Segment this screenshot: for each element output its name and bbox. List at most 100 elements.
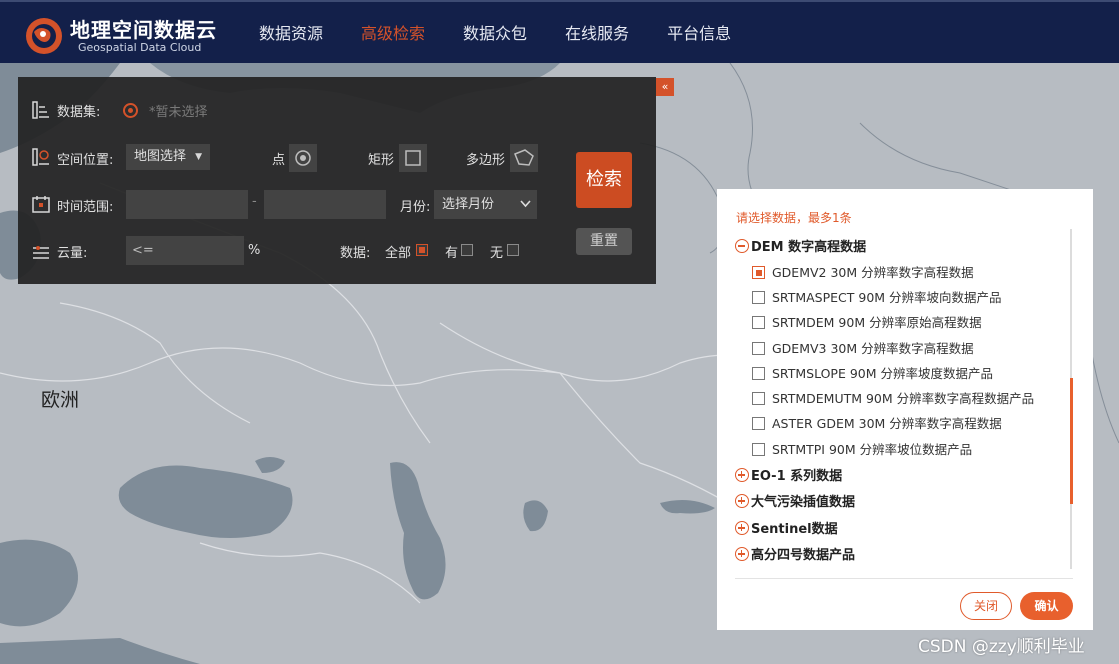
location-label: 空间位置:	[57, 153, 114, 168]
category-dem[interactable]: DEM 数字高程数据	[735, 236, 867, 255]
dataset-icon	[32, 101, 49, 119]
search-button[interactable]: 检索	[576, 152, 632, 208]
dataset-item-label: ASTER GDEM 30M 分辨率数字高程数据	[772, 416, 1002, 431]
dataset-checkbox[interactable]	[752, 266, 765, 279]
cloud-option-has-checkbox[interactable]	[461, 244, 473, 256]
dataset-checkbox[interactable]	[752, 392, 765, 405]
dataset-item-label: SRTMDEM 90M 分辨率原始高程数据	[772, 315, 982, 330]
category-label: Sentinel数据	[751, 522, 838, 537]
end-date-input[interactable]	[264, 190, 386, 219]
cloud-cover-input[interactable]: <=	[126, 236, 244, 265]
dataset-checkbox[interactable]	[752, 342, 765, 355]
close-button[interactable]: 关闭	[960, 592, 1012, 620]
cloud-option-none-label[interactable]: 无	[490, 242, 503, 261]
dialog-divider	[735, 578, 1073, 579]
expand-plus-icon[interactable]	[735, 494, 749, 508]
chevron-down-icon	[520, 200, 531, 208]
nav-platform-info[interactable]: 平台信息	[648, 2, 750, 65]
top-navigation-bar: 地理空间数据云 Geospatial Data Cloud 数据资源 高级检索 …	[0, 0, 1119, 63]
rectangle-icon	[405, 150, 421, 166]
calendar-icon	[32, 196, 50, 213]
brand-subtitle: Geospatial Data Cloud	[78, 41, 202, 54]
dataset-item-label: SRTMASPECT 90M 分辨率坡向数据产品	[772, 290, 1002, 305]
category-gf4[interactable]: 高分四号数据产品	[735, 544, 856, 563]
nav-online-services[interactable]: 在线服务	[546, 2, 648, 65]
dataset-item[interactable]: SRTMDEM 90M 分辨率原始高程数据	[752, 312, 982, 330]
rectangle-label: 矩形	[368, 153, 395, 168]
dataset-select-dialog: 请选择数据，最多1条 DEM 数字高程数据 GDEMV2 30M 分辨率数字高程…	[717, 189, 1093, 630]
globe-logo-icon	[26, 18, 62, 54]
dataset-item-label: SRTMDEMUTM 90M 分辨率数字高程数据产品	[772, 391, 1035, 406]
map-label-europe: 欧洲	[41, 389, 80, 411]
dataset-item-label: GDEMV3 30M 分辨率数字高程数据	[772, 341, 974, 356]
cloud-cover-label: 云量:	[57, 246, 88, 261]
dataset-item[interactable]: ASTER GDEM 30M 分辨率数字高程数据	[752, 413, 1002, 431]
caret-down-icon: ▼	[195, 152, 202, 162]
polygon-label: 多边形	[466, 153, 506, 168]
dataset-item[interactable]: SRTMTPI 90M 分辨率坡位数据产品	[752, 439, 972, 457]
nav-data-crowdsourcing[interactable]: 数据众包	[444, 2, 546, 65]
category-label: 高分四号数据产品	[751, 548, 856, 563]
reset-button[interactable]: 重置	[576, 228, 632, 255]
cloud-operator: <=	[132, 243, 154, 258]
month-select[interactable]: 选择月份	[434, 190, 537, 219]
dataset-picker-icon[interactable]	[123, 103, 138, 118]
dataset-item[interactable]: SRTMSLOPE 90M 分辨率坡度数据产品	[752, 363, 993, 381]
category-label: 大气污染插值数据	[751, 495, 856, 510]
dialog-hint: 请选择数据，最多1条	[736, 211, 852, 225]
date-range-separator: -	[252, 194, 257, 209]
cloud-icon	[33, 246, 49, 259]
nav-advanced-search[interactable]: 高级检索	[342, 2, 444, 65]
month-label: 月份:	[400, 200, 431, 215]
dataset-checkbox[interactable]	[752, 417, 765, 430]
expand-plus-icon[interactable]	[735, 468, 749, 482]
search-panel: 数据集: *暂未选择 空间位置: 地图选择 ▼ 点 矩形 多边形 时间范围: -	[18, 77, 656, 284]
rectangle-tool-button[interactable]	[399, 144, 427, 172]
location-icon	[32, 148, 49, 166]
point-tool-button[interactable]	[289, 144, 317, 172]
dataset-label: 数据集:	[57, 105, 101, 120]
category-dem-label: DEM 数字高程数据	[751, 240, 867, 255]
category-air-pollution[interactable]: 大气污染插值数据	[735, 491, 856, 510]
dataset-item-label: SRTMTPI 90M 分辨率坡位数据产品	[772, 442, 973, 457]
cloud-unit: %	[248, 243, 261, 258]
confirm-button[interactable]: 确认	[1020, 592, 1073, 620]
category-label: EO-1 系列数据	[751, 469, 843, 484]
csdn-watermark: CSDN @zzy顺利毕业	[918, 637, 1085, 657]
category-sentinel[interactable]: Sentinel数据	[735, 518, 838, 537]
polygon-tool-button[interactable]	[510, 144, 538, 172]
location-mode-value: 地图选择	[134, 149, 187, 164]
location-mode-select[interactable]: 地图选择 ▼	[126, 144, 210, 170]
nav-data-resources[interactable]: 数据资源	[240, 2, 342, 65]
main-nav: 数据资源 高级检索 数据众包 在线服务 平台信息	[240, 2, 750, 65]
dataset-checkbox[interactable]	[752, 367, 765, 380]
collapse-panel-button[interactable]: «	[656, 78, 674, 96]
brand-name: 地理空间数据云	[70, 18, 217, 42]
dataset-checkbox[interactable]	[752, 291, 765, 304]
point-icon	[295, 150, 311, 166]
point-label: 点	[272, 153, 286, 168]
dataset-checkbox[interactable]	[752, 443, 765, 456]
dataset-item[interactable]: SRTMASPECT 90M 分辨率坡向数据产品	[752, 287, 1002, 305]
expand-plus-icon[interactable]	[735, 521, 749, 535]
time-range-label: 时间范围:	[57, 200, 114, 215]
dataset-item[interactable]: SRTMDEMUTM 90M 分辨率数字高程数据产品	[752, 388, 1034, 406]
dataset-item-label: GDEMV2 30M 分辨率数字高程数据	[772, 265, 974, 280]
collapse-minus-icon[interactable]	[735, 239, 749, 253]
dataset-item[interactable]: GDEMV3 30M 分辨率数字高程数据	[752, 338, 974, 356]
site-logo[interactable]: 地理空间数据云 Geospatial Data Cloud	[24, 14, 224, 58]
cloud-option-all-checkbox[interactable]	[416, 244, 428, 256]
dataset-checkbox[interactable]	[752, 316, 765, 329]
cloud-option-all-label[interactable]: 全部	[385, 242, 411, 261]
category-eo1[interactable]: EO-1 系列数据	[735, 465, 843, 484]
cloud-data-label: 数据:	[340, 246, 371, 261]
dataset-item[interactable]: GDEMV2 30M 分辨率数字高程数据	[752, 262, 974, 280]
dialog-scrollbar-thumb[interactable]	[1070, 378, 1073, 504]
start-date-input[interactable]	[126, 190, 248, 219]
dataset-hint[interactable]: *暂未选择	[149, 101, 208, 120]
polygon-icon	[514, 149, 534, 166]
expand-plus-icon[interactable]	[735, 547, 749, 561]
cloud-option-has-label[interactable]: 有	[445, 242, 458, 261]
cloud-option-none-checkbox[interactable]	[507, 244, 519, 256]
dataset-item-label: SRTMSLOPE 90M 分辨率坡度数据产品	[772, 366, 993, 381]
